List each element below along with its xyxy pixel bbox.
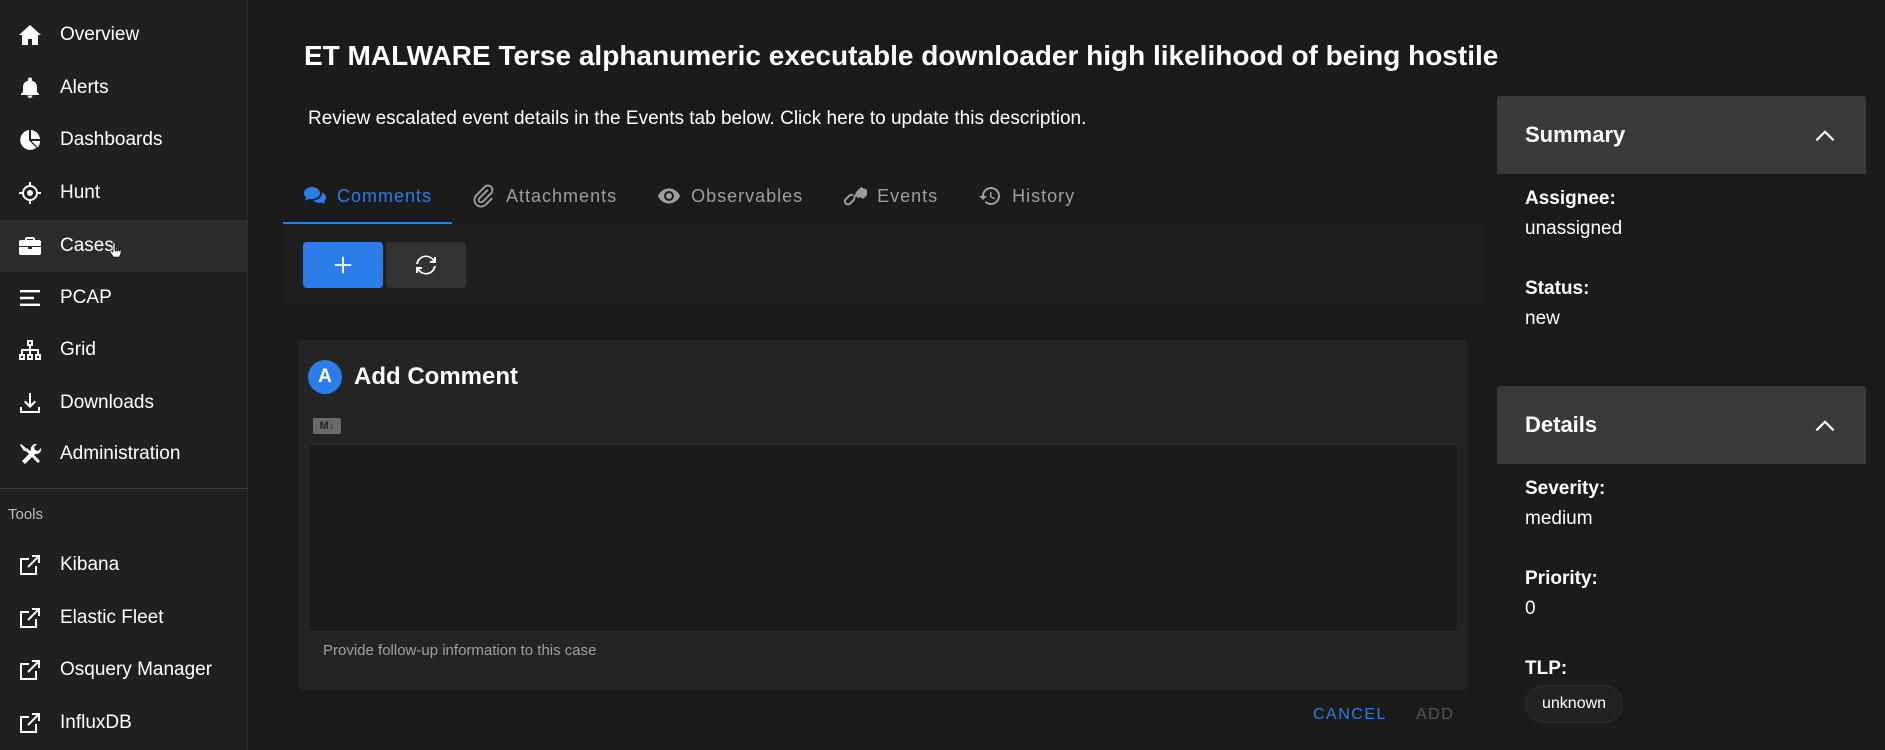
lines-icon [17, 285, 43, 311]
tab-attachments[interactable]: Attachments [452, 168, 637, 224]
download-icon [17, 390, 43, 416]
case-tabs: Comments Attachments Observables Events … [283, 168, 1095, 224]
assignee-label: Assignee: [1525, 188, 1616, 209]
tlp-label: TLP: [1525, 658, 1568, 679]
sidebar-item-label: Downloads [60, 392, 154, 413]
eye-icon [658, 188, 681, 204]
refresh-button[interactable] [386, 242, 466, 288]
external-link-icon [17, 605, 43, 631]
paperclip-icon [473, 184, 494, 208]
tab-label: Comments [337, 185, 433, 206]
tab-label: Attachments [506, 185, 618, 206]
summary-panel: Summary Assignee: unassigned Status: new [1497, 96, 1866, 376]
tools-section-header: Tools [8, 506, 44, 523]
tab-events[interactable]: Events [823, 168, 958, 224]
tab-label: Events [877, 185, 939, 206]
sidebar-item-label: Grid [60, 339, 96, 360]
comments-icon [304, 187, 326, 204]
summary-title: Summary [1525, 122, 1626, 147]
priority-value: 0 [1525, 598, 1536, 619]
sidebar-item-label: Administration [60, 443, 181, 464]
bell-icon [17, 75, 43, 101]
plus-icon [334, 256, 352, 274]
comment-hint: Provide follow-up information to this ca… [323, 642, 597, 659]
external-link-icon [17, 657, 43, 683]
sidebar-item-overview[interactable]: Overview [0, 9, 248, 61]
sidebar-item-elastic-fleet[interactable]: Elastic Fleet [0, 592, 248, 644]
main-content: ET MALWARE Terse alphanumeric executable… [248, 0, 1499, 750]
sidebar-item-label: Alerts [60, 77, 109, 98]
chevron-up-icon [1815, 420, 1835, 432]
sidebar-item-osquery-manager[interactable]: Osquery Manager [0, 644, 248, 696]
sidebar-item-hunt[interactable]: Hunt [0, 167, 248, 219]
add-comment-title: Add Comment [354, 363, 518, 390]
refresh-icon [416, 255, 436, 275]
history-icon [979, 186, 1001, 205]
case-description[interactable]: Review escalated event details in the Ev… [308, 108, 1086, 130]
sidebar-item-influxdb[interactable]: InfluxDB [0, 697, 248, 749]
mouse-cursor-icon [110, 242, 122, 258]
add-comment-button[interactable] [303, 242, 383, 288]
sidebar-item-label: Dashboards [60, 129, 163, 150]
sidebar-item-label: Kibana [60, 554, 120, 575]
comment-textarea[interactable] [308, 444, 1458, 632]
briefcase-icon [17, 233, 43, 259]
comments-toolbar [283, 224, 1483, 304]
home-icon [17, 22, 43, 48]
tab-comments[interactable]: Comments [283, 168, 453, 224]
tlp-chip: unknown [1525, 685, 1624, 723]
sidebar-item-kibana[interactable]: Kibana [0, 539, 248, 591]
severity-label: Severity: [1525, 478, 1606, 499]
tab-observables[interactable]: Observables [637, 168, 823, 224]
chevron-up-icon [1815, 130, 1835, 142]
sidebar-item-label: Cases [60, 235, 114, 256]
summary-header[interactable]: Summary [1497, 96, 1866, 174]
sidebar: Overview Alerts Dashboards Hunt Cases PC… [0, 0, 248, 750]
details-panel: Details Severity: medium Priority: 0 TLP… [1497, 386, 1866, 750]
app: Overview Alerts Dashboards Hunt Cases PC… [0, 0, 1885, 750]
sidebar-item-pcap[interactable]: PCAP [0, 272, 248, 324]
sidebar-item-label: Elastic Fleet [60, 607, 164, 628]
assignee-value: unassigned [1525, 218, 1623, 239]
tab-label: Observables [691, 185, 804, 206]
add-comment-card: A Add Comment M↓ Provide follow-up infor… [298, 340, 1468, 690]
link-icon [844, 187, 868, 206]
sidebar-item-dashboards[interactable]: Dashboards [0, 114, 248, 166]
sidebar-item-label: InfluxDB [60, 712, 132, 733]
sidebar-item-label: Overview [60, 24, 140, 45]
markdown-icon: M↓ [313, 418, 341, 434]
external-link-icon [17, 710, 43, 736]
sidebar-item-downloads[interactable]: Downloads [0, 377, 248, 429]
external-link-icon [17, 552, 43, 578]
status-value: new [1525, 308, 1560, 329]
tab-history[interactable]: History [958, 168, 1095, 224]
severity-value: medium [1525, 508, 1593, 529]
details-title: Details [1525, 412, 1598, 437]
status-label: Status: [1525, 278, 1590, 299]
cancel-button[interactable]: CANCEL [1313, 706, 1387, 724]
sidebar-item-alerts[interactable]: Alerts [0, 62, 248, 114]
details-header[interactable]: Details [1497, 386, 1866, 464]
case-title: ET MALWARE Terse alphanumeric executable… [304, 40, 1499, 71]
sidebar-item-label: PCAP [60, 287, 112, 308]
avatar: A [308, 360, 342, 394]
sidebar-item-label: Osquery Manager [60, 659, 213, 680]
tab-label: History [1012, 185, 1076, 206]
sidebar-item-label: Hunt [60, 182, 101, 203]
sidebar-item-grid[interactable]: Grid [0, 324, 248, 376]
priority-label: Priority: [1525, 568, 1598, 589]
sidebar-item-cases[interactable]: Cases [0, 220, 248, 272]
sidebar-item-administration[interactable]: Administration [0, 428, 248, 480]
tools-icon [17, 441, 43, 467]
crosshairs-icon [17, 180, 43, 206]
add-button[interactable]: ADD [1416, 706, 1454, 724]
sidebar-divider [0, 488, 248, 489]
network-icon [17, 337, 43, 363]
pie-chart-icon [17, 127, 43, 153]
